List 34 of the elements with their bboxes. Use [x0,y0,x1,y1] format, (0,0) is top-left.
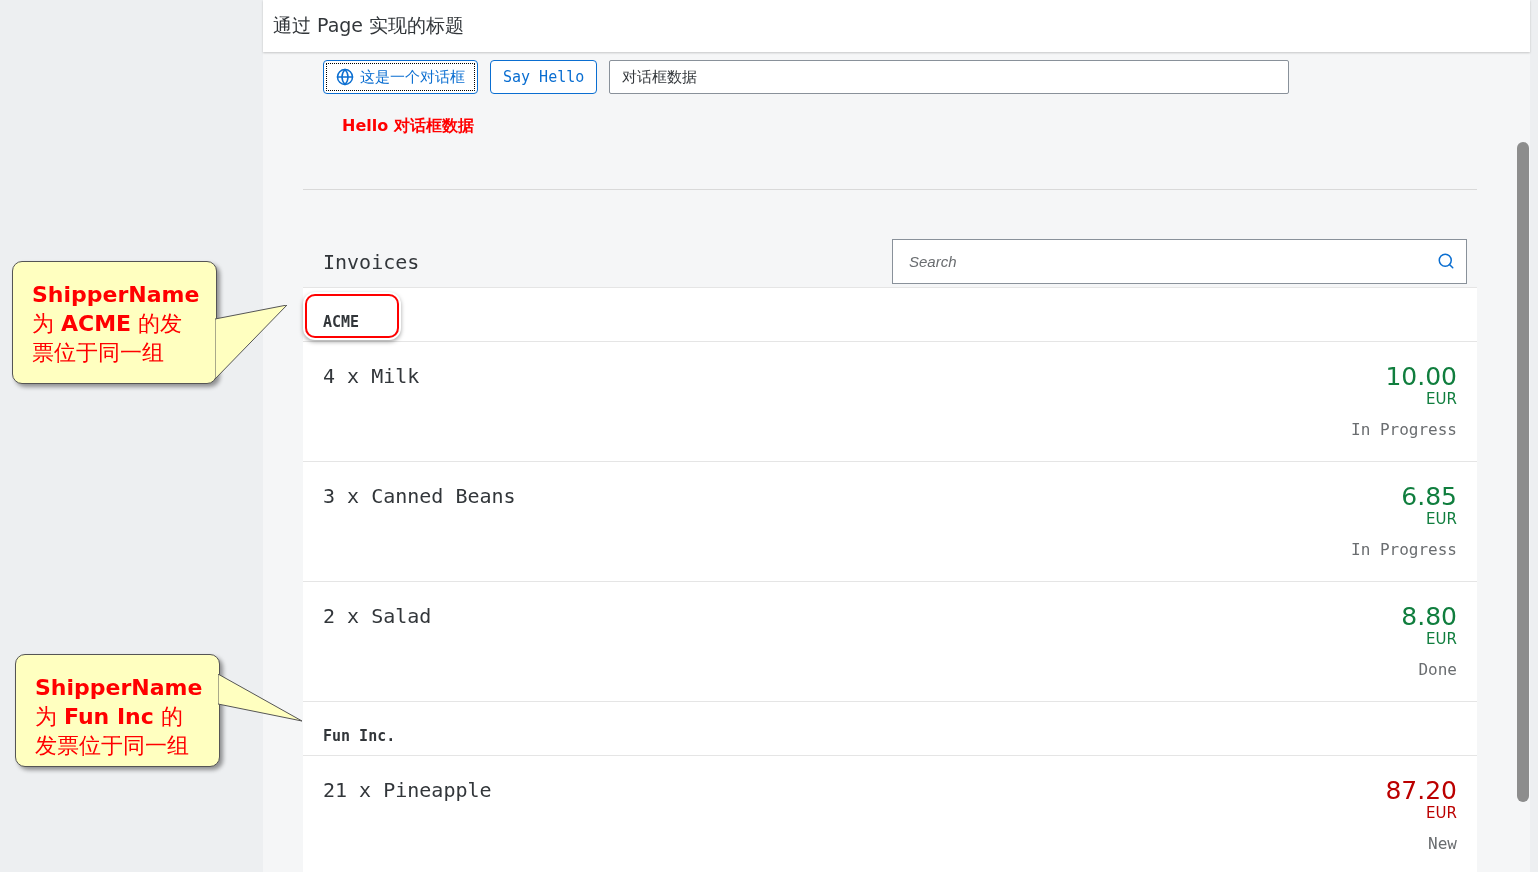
currency-text: EUR [1426,510,1457,528]
group-title: ACME [323,313,360,331]
invoice-row[interactable]: 2 x Salad 8.80 EUR Done [303,582,1477,702]
status-text: Done [1418,660,1457,679]
globe-icon [336,68,354,86]
invoice-row[interactable]: 21 x Pineapple 87.20 EUR New [303,756,1477,872]
invoice-row[interactable]: 3 x Canned Beans 6.85 EUR In Progress [303,462,1477,582]
list-title: Invoices [323,249,420,274]
invoice-amount: 6.85 [1401,484,1457,510]
callout-text: ShipperName 为 Fun Inc 的发票位于同一组 [35,674,203,760]
invoice-title: 4 x Milk [323,364,420,390]
scrollbar-thumb[interactable] [1516,142,1529,802]
status-text: New [1428,834,1457,853]
message-text: Hello 对话框数据 [342,116,474,135]
invoice-title: 21 x Pineapple [323,778,492,804]
callout-text: ShipperName 为 ACME 的发票位于同一组 [32,281,200,367]
page-title: 通过 Page 实现的标题 [273,13,465,38]
status-text: In Progress [1351,420,1457,439]
group-title: Fun Inc. [323,727,396,745]
invoice-title: 3 x Canned Beans [323,484,516,510]
toolbar-button[interactable]: 这是一个对话框 [323,60,478,94]
toolbar-button[interactable]: Say Hello [490,60,598,94]
invoice-amount: 87.20 [1385,778,1457,804]
currency-text: EUR [1426,630,1457,648]
invoice-title: 2 x Salad [323,604,432,630]
status-text: In Progress [1351,540,1457,559]
currency-text: EUR [1426,804,1457,822]
invoice-row[interactable]: 4 x Milk 10.00 EUR In Progress [303,342,1477,462]
search-field[interactable]: Search [892,239,1467,284]
invoice-amount: 8.80 [1401,604,1457,630]
currency-text: EUR [1426,390,1457,408]
search-icon[interactable] [1437,252,1455,270]
input-field[interactable]: 对话框数据 [609,60,1290,94]
invoice-amount: 10.00 [1385,364,1457,390]
